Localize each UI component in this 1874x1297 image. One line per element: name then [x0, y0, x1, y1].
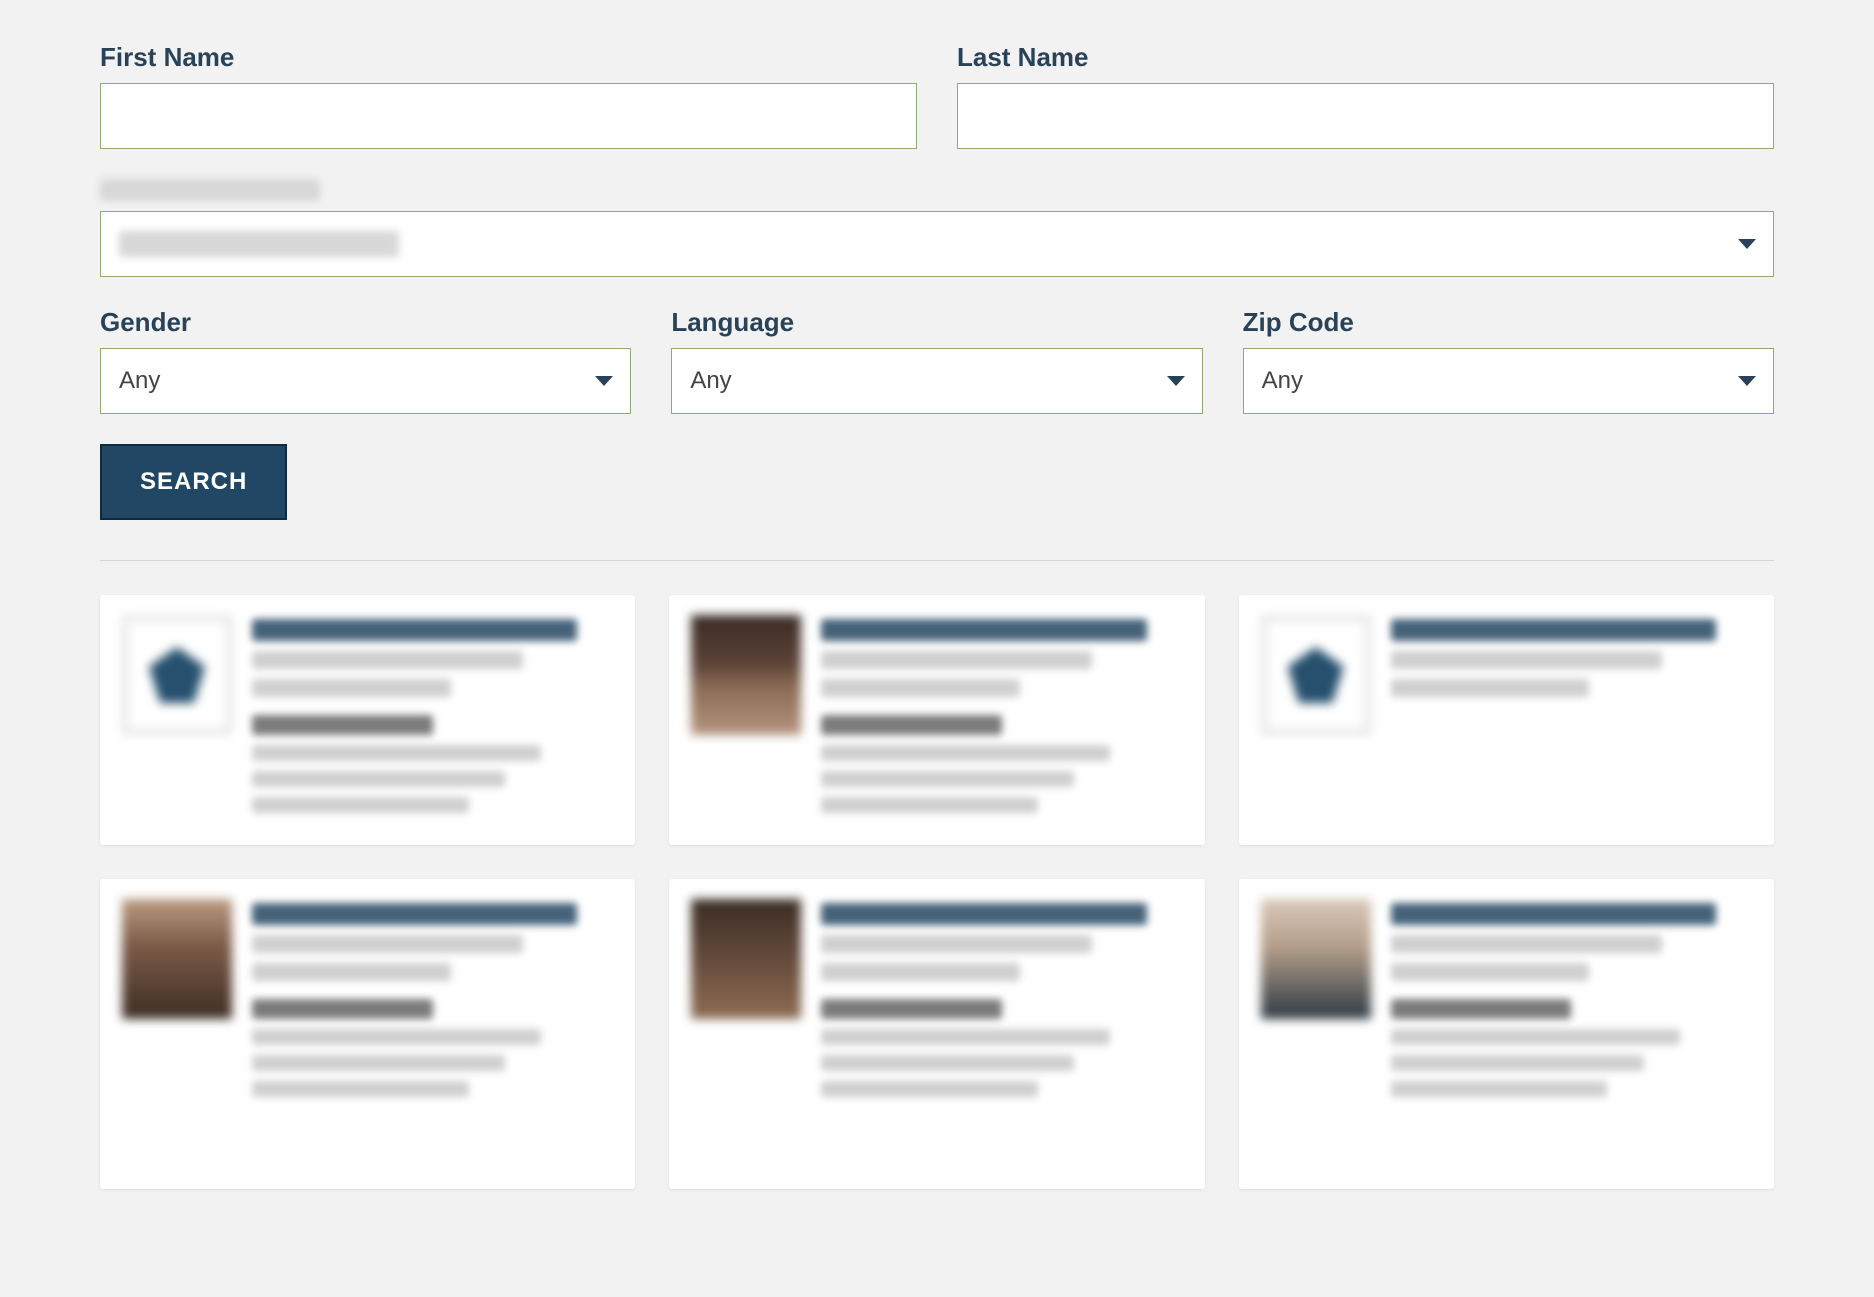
card-detail-row [821, 1055, 1074, 1071]
card-detail-row [252, 1055, 505, 1071]
logo-icon [149, 647, 205, 703]
card-title [821, 903, 1146, 925]
results-grid [100, 595, 1774, 1189]
avatar-box [1261, 899, 1371, 1169]
logo-avatar [1261, 615, 1371, 735]
category-field [100, 179, 1774, 277]
logo-icon [1288, 647, 1344, 703]
card-subtitle2 [1391, 679, 1590, 697]
person-avatar [1261, 899, 1371, 1019]
card-subtitle2 [821, 963, 1020, 981]
first-name-label: First Name [100, 42, 917, 73]
card-title [252, 903, 577, 925]
card-body [821, 615, 1182, 825]
card-detail-row [821, 1081, 1038, 1097]
chevron-down-icon [1167, 376, 1185, 386]
card-body [252, 615, 613, 825]
first-name-input[interactable] [100, 83, 917, 149]
last-name-input[interactable] [957, 83, 1774, 149]
logo-avatar [122, 615, 232, 735]
card-detail-row [821, 771, 1074, 787]
avatar-box [691, 615, 801, 825]
gender-select[interactable]: Any [100, 348, 631, 414]
result-card[interactable] [100, 879, 635, 1189]
card-subtitle2 [252, 963, 451, 981]
card-subtitle [1391, 651, 1662, 669]
card-subtitle [1391, 935, 1662, 953]
page-root: First Name Last Name Gender [0, 0, 1874, 1297]
card-detail-row [1391, 1081, 1608, 1097]
card-title [252, 619, 577, 641]
person-avatar [122, 899, 232, 1019]
card-title [1391, 619, 1716, 641]
language-value: Any [690, 367, 731, 395]
avatar-box [122, 615, 232, 825]
gender-value: Any [119, 367, 160, 395]
chevron-down-icon [595, 376, 613, 386]
card-body [1391, 615, 1752, 825]
language-label: Language [671, 307, 1202, 338]
result-card[interactable] [1239, 595, 1774, 845]
card-section-header [1391, 999, 1572, 1019]
last-name-label: Last Name [957, 42, 1774, 73]
result-card[interactable] [100, 595, 635, 845]
result-card[interactable] [669, 595, 1204, 845]
category-value [119, 231, 399, 257]
chevron-down-icon [1738, 239, 1756, 249]
card-detail-row [252, 1081, 469, 1097]
result-card[interactable] [1239, 879, 1774, 1189]
card-body [821, 899, 1182, 1169]
card-detail-row [1391, 1055, 1644, 1071]
person-avatar [691, 615, 801, 735]
gender-label: Gender [100, 307, 631, 338]
card-subtitle2 [821, 679, 1020, 697]
card-subtitle [821, 935, 1092, 953]
card-subtitle2 [1391, 963, 1590, 981]
card-body [252, 899, 613, 1169]
avatar-box [1261, 615, 1371, 825]
gender-field: Gender Any [100, 307, 631, 414]
language-field: Language Any [671, 307, 1202, 414]
card-detail-row [821, 1029, 1110, 1045]
card-title [821, 619, 1146, 641]
category-select[interactable] [100, 211, 1774, 277]
card-detail-row [252, 745, 541, 761]
card-detail-row [821, 745, 1110, 761]
card-section-header [821, 715, 1002, 735]
result-card[interactable] [669, 879, 1204, 1189]
avatar-box [122, 899, 232, 1169]
card-title [1391, 903, 1716, 925]
category-row [100, 179, 1774, 277]
card-section-header [252, 999, 433, 1019]
avatar-box [691, 899, 801, 1169]
card-detail-row [821, 797, 1038, 813]
filters-row: Gender Any Language Any Zip Co [100, 307, 1774, 414]
zipcode-value: Any [1262, 367, 1303, 395]
card-subtitle2 [252, 679, 451, 697]
card-detail-row [252, 1029, 541, 1045]
category-label [100, 179, 320, 201]
card-subtitle [821, 651, 1092, 669]
zipcode-select[interactable]: Any [1243, 348, 1774, 414]
name-row: First Name Last Name [100, 42, 1774, 149]
card-detail-row [252, 797, 469, 813]
zipcode-label: Zip Code [1243, 307, 1774, 338]
person-avatar [691, 899, 801, 1019]
card-section-header [252, 715, 433, 735]
last-name-field: Last Name [957, 42, 1774, 149]
card-detail-row [252, 771, 505, 787]
card-body [1391, 899, 1752, 1169]
card-subtitle [252, 935, 523, 953]
card-subtitle [252, 651, 523, 669]
first-name-field: First Name [100, 42, 917, 149]
chevron-down-icon [1738, 376, 1756, 386]
form-results-divider [100, 560, 1774, 561]
language-select[interactable]: Any [671, 348, 1202, 414]
card-detail-row [1391, 1029, 1680, 1045]
zipcode-field: Zip Code Any [1243, 307, 1774, 414]
search-button[interactable]: SEARCH [100, 444, 287, 520]
card-section-header [821, 999, 1002, 1019]
search-form: First Name Last Name Gender [100, 42, 1774, 520]
